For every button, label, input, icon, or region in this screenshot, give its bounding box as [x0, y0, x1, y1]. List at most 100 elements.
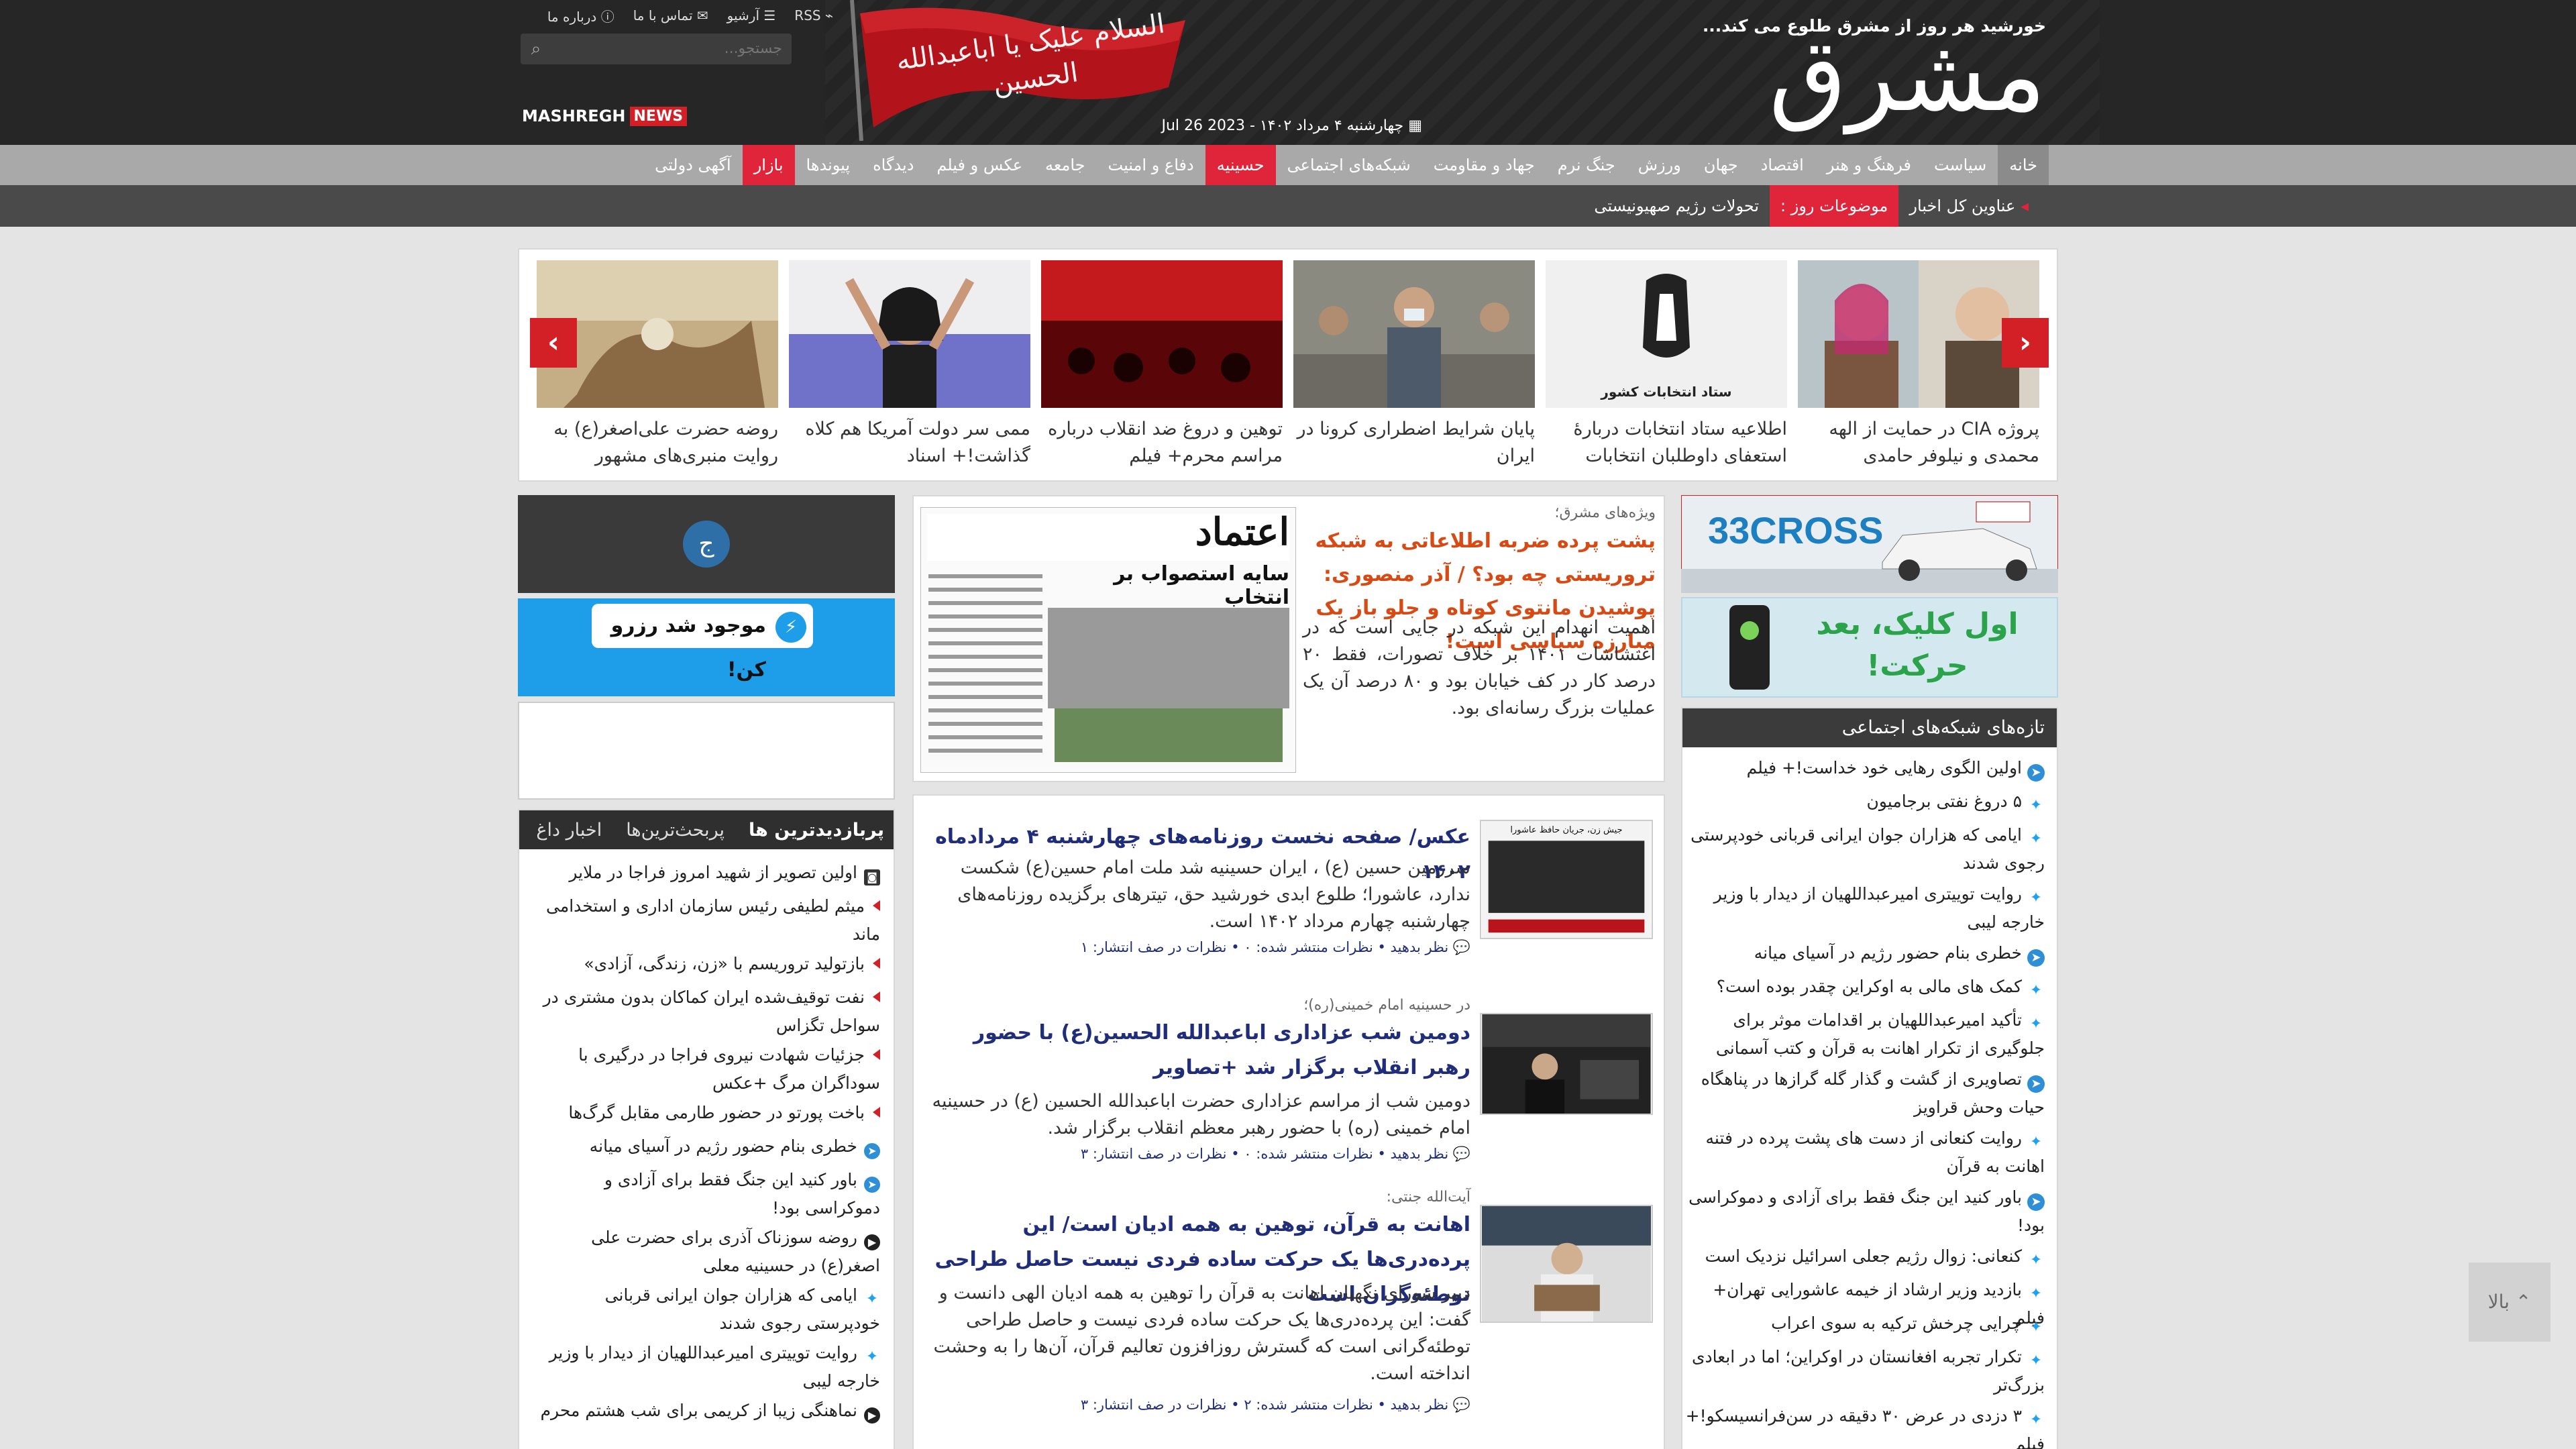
featured-kicker: ویژه‌های مشرق؛ [1554, 504, 1656, 521]
slide-item[interactable]: ممی سر دولت آمریکا هم کلاه گذاشت!+ اسناد [789, 260, 1030, 475]
nav-gov-ads[interactable]: آگهی دولتی [643, 145, 743, 185]
archive-link[interactable]: ☰ آرشیو [727, 7, 776, 23]
slide-item[interactable]: توهین و دروغ ضد انقلاب درباره مراسم محرم… [1041, 260, 1283, 475]
list-item[interactable]: ✦روایت کنعانی از دست های پشت پرده در فتن… [1682, 1124, 2045, 1181]
nav-world[interactable]: جهان [1693, 145, 1750, 185]
list-item[interactable]: ✦تأکید امیرعبداللهیان بر اقدامات موثر بر… [1682, 1006, 2045, 1063]
slide-item[interactable]: روضه حضرت علی‌اصغر(ع) به روایت منبری‌های… [537, 260, 778, 475]
twitter-icon: ✦ [2029, 1352, 2043, 1369]
list-item[interactable]: ✦تکرار تجربه افغانستان در اوکراین؛ اما د… [1682, 1343, 2045, 1399]
list-item[interactable]: ▶نماهنگی زیبا از کریمی برای شب هشتم محرم [529, 1397, 880, 1425]
slide-item[interactable]: پایان شرایط اضطراری کرونا در ایران [1293, 260, 1535, 475]
list-item[interactable]: بازتولید تروریسم با «زن، زندگی، آزادی» [529, 950, 880, 978]
twitter-icon: ✦ [2029, 1411, 2043, 1428]
list-item[interactable]: ✦روایت توییتری امیرعبداللهیان از دیدار ب… [1682, 880, 2045, 936]
ad-click[interactable]: اول کلیک، بعد حرکت! [1681, 597, 2058, 698]
nav-home[interactable]: خانه [1998, 145, 2049, 185]
click-ad-text: اول کلیک، بعد حرکت! [1816, 607, 2019, 683]
list-item[interactable]: جزئیات شهادت نیروی فراجا در درگیری با سو… [529, 1041, 880, 1097]
topic-link[interactable]: تحولات رژیم صهیونیستی [1583, 185, 1770, 227]
list-item[interactable]: میثم لطیفی رئیس سازمان اداری و استخدامی … [529, 892, 880, 949]
featured-title[interactable]: پشت پرده ضربه اطلاعاتی به شبکه تروریستی … [1303, 525, 1656, 653]
nav-softwar[interactable]: جنگ نرم [1546, 145, 1627, 185]
rss-link[interactable]: ⌁ RSS [794, 7, 833, 23]
bullet-icon [873, 900, 880, 911]
list-item[interactable]: ➤خطری بنام حضور رژیم در آسیای میانه [529, 1132, 880, 1161]
site-logo[interactable]: مشرق [1769, 12, 2046, 140]
featured-story[interactable]: اعتماد سایه استصواب بر انتخاب ویژه‌های م… [912, 495, 1665, 782]
about-link[interactable]: ⓘ درباره ما [547, 6, 614, 25]
nav-sport[interactable]: ورزش [1627, 145, 1693, 185]
popular-tabs: پربازدیدترین ها پربحث‌ترین‌ها اخبار داغ [519, 810, 894, 849]
news-item[interactable]: در حسینیه امام خمینی(ره)؛ دومین شب عزادا… [923, 997, 1656, 1171]
nav-resistance[interactable]: جهاد و مقاومت [1422, 145, 1546, 185]
nav-links[interactable]: پیوندها [795, 145, 862, 185]
nav-society[interactable]: جامعه [1034, 145, 1096, 185]
nav-hosseinieh[interactable]: حسینیه [1205, 145, 1276, 185]
list-item[interactable]: ✦کمک های مالی به اوکراین چقدر بوده است؟ [1682, 973, 2045, 1001]
list-item[interactable]: ✦۵ دروغ نفتی برجامیون [1682, 788, 2045, 816]
slide-image [1293, 260, 1535, 408]
bullet-icon [873, 1107, 880, 1118]
top-links: ⌁ RSS ☰ آرشیو ✉ تماس با ما ⓘ درباره ما [525, 4, 833, 27]
list-item[interactable]: ➤باور کنید این جنگ فقط برای آزادی و دموک… [529, 1166, 880, 1222]
list-item[interactable]: ✦چرایی چرخش ترکیه به سوی اعراب [1682, 1309, 2045, 1338]
tab-most-discussed[interactable]: پربحث‌ترین‌ها [626, 820, 724, 841]
slider-prev-button[interactable]: ‹ [530, 318, 577, 368]
list-item[interactable]: ✦کنعانی: زوال رژیم جعلی اسرائیل نزدیک اس… [1682, 1242, 2045, 1271]
slide-caption: روضه حضرت علی‌اصغر(ع) به روایت منبری‌های… [553, 419, 778, 466]
news-title[interactable]: عکس/ صفحه نخست روزنامه‌های چهارشنبه ۴ مر… [923, 820, 1470, 883]
nav-economy[interactable]: اقتصاد [1750, 145, 1815, 185]
slide-caption: اطلاعیه ستاد انتخابات دربارۀ استعفای داو… [1573, 419, 1787, 466]
news-item[interactable]: جیش زن، جریان حافظ عاشورا عکس/ صفحه نخست… [923, 820, 1656, 961]
list-item[interactable]: ◙اولین تصویر از شهید امروز فراجا در ملای… [529, 859, 880, 887]
list-item[interactable]: ✦ایامی که هزاران جوان ایرانی قربانی خودپ… [1682, 821, 2045, 877]
sub-nav-items: ◂ عناوین کل اخبار موضوعات روز : تحولات ر… [1594, 185, 2039, 227]
list-item[interactable]: باخت پورتو در حضور طارمی مقابل گرگ‌ها [529, 1099, 880, 1127]
back-to-top-button[interactable]: ⌃ بالا [2469, 1263, 2551, 1342]
chevron-left-icon: ‹ [547, 325, 560, 360]
list-item[interactable]: نفت توقیف‌شده ایران کماکان بدون مشتری در… [529, 983, 880, 1040]
nav-social[interactable]: شبکه‌های اجتماعی [1276, 145, 1422, 185]
contact-link[interactable]: ✉ تماس با ما [633, 7, 708, 23]
list-item[interactable]: ✦روایت توییتری امیرعبداللهیان از دیدار ب… [529, 1339, 880, 1395]
list-item[interactable]: ➤خطری بنام حضور رژیم در آسیای میانه [1682, 939, 2045, 967]
nav-market[interactable]: بازار [742, 145, 795, 185]
news-item[interactable]: آیت‌الله جنتی: اهانت به قرآن، توهین به ه… [923, 1189, 1656, 1424]
calendar-icon: ▦ [1403, 117, 1422, 134]
search-icon[interactable]: ⌕ [526, 39, 546, 59]
tab-most-viewed[interactable]: پربازدیدترین ها [749, 820, 884, 841]
list-item[interactable]: ▶روضه سوزناک آذری برای حضرت علی اصغر(ع) … [529, 1224, 880, 1280]
nav-politics[interactable]: سیاست [1923, 145, 1998, 185]
ad-car[interactable]: 33CROSS [1681, 495, 2058, 593]
twitter-icon: ✦ [2029, 830, 2043, 847]
search-input[interactable] [550, 39, 782, 59]
list-item[interactable]: ➤تصاویری از گشت و گذار گله گرازها در پنا… [1682, 1065, 2045, 1122]
news-meta: 💬 نظر بدهید • نظرات منتشر شده: ۲ • نظرات… [1080, 1397, 1470, 1413]
list-item[interactable]: ✦۳ دزدی در عرض ۳۰ دقیقه در سن‌فرانسیسکو!… [1682, 1402, 2045, 1449]
social-box: تازه‌های شبکه‌های اجتماعی ➤اولین الگوی ر… [1681, 707, 2058, 1449]
news-title[interactable]: اهانت به قرآن، توهین به همه ادیان است/ ا… [923, 1208, 1470, 1306]
slide-caption: ممی سر دولت آمریکا هم کلاه گذاشت!+ اسناد [805, 419, 1030, 466]
slide-item[interactable]: پروژه CIA در حمایت از الهه محمدی و نیلوف… [1798, 260, 2039, 475]
telegram-icon: ➤ [2027, 949, 2045, 967]
slide-caption: پروژه CIA در حمایت از الهه محمدی و نیلوف… [1829, 419, 2039, 466]
news-title[interactable]: دومین شب عزاداری اباعبدالله الحسین(ع) با… [923, 1016, 1470, 1085]
nav-culture[interactable]: فرهنگ و هنر [1815, 145, 1923, 185]
info-icon: ⓘ [596, 8, 614, 25]
slide-item[interactable]: ستاد انتخابات کشور اطلاعیه ستاد انتخابات… [1546, 260, 1787, 475]
main-nav-items: خانه سیاست فرهنگ و هنر اقتصاد جهان ورزش … [655, 145, 2049, 185]
tab-hot-news[interactable]: اخبار داغ [536, 820, 602, 841]
list-item[interactable]: ✦ایامی که هزاران جوان ایرانی قربانی خودپ… [529, 1281, 880, 1338]
slider-next-button[interactable]: › [2002, 318, 2049, 368]
nav-defense[interactable]: دفاع و امنیت [1097, 145, 1205, 185]
play-icon: ▶ [864, 1407, 880, 1424]
list-item[interactable]: ➤باور کنید این جنگ فقط برای آزادی و دموک… [1682, 1183, 2045, 1240]
all-news-link[interactable]: ◂ عناوین کل اخبار [1898, 185, 2039, 227]
nav-media[interactable]: عکس و فیلم [925, 145, 1034, 185]
envelope-icon: ✉ [692, 7, 708, 23]
list-item[interactable]: ➤اولین الگوی رهایی خود خداست!+ فیلم [1682, 754, 2045, 782]
sidebar-banner[interactable]: ج [518, 495, 895, 593]
nav-opinion[interactable]: دیدگاه [861, 145, 925, 185]
book-banner[interactable]: موجود شد رزرو کن! ⚡ [518, 598, 895, 696]
